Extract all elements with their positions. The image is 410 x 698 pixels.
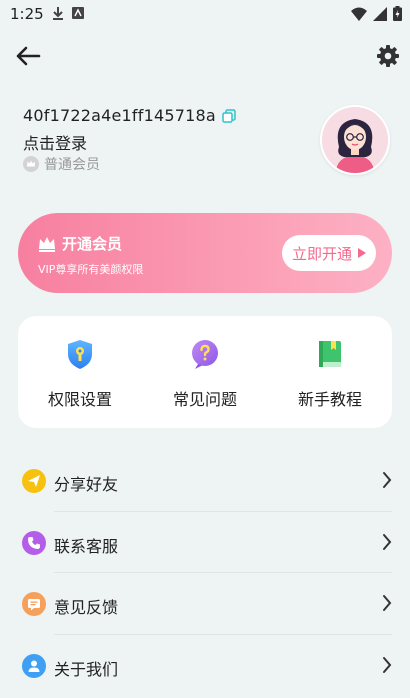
settings-button[interactable] [376,44,400,68]
vip-title: 开通会员 [62,235,123,253]
download-icon [53,7,63,20]
shield-key-icon [68,340,92,369]
vip-banner[interactable]: 开通会员 VIP尊享所有美颜权限 立即开通 [18,213,392,293]
menu-item-feedback[interactable]: 意见反馈 [0,573,410,635]
vip-open-button-label: 立即开通 [291,244,352,263]
chevron-right-icon [383,472,392,488]
app-notification-icon [72,7,84,19]
user-id-row: 40f1722a4e1ff145718a [23,106,236,125]
shortcut-label: 常见问题 [172,390,237,409]
chevron-right-icon [383,656,392,673]
gear-icon [377,45,399,67]
signal-icon [373,6,387,21]
menu-list: 分享好友 联系客服 意见反馈 关于我们 [0,450,410,696]
status-left-icons [52,6,84,20]
status-right-icons [351,6,402,21]
chevron-right-icon [383,595,392,611]
vip-subtitle: VIP尊享所有美颜权限 [38,263,144,276]
message-icon [22,592,46,616]
chevron-right-icon [383,533,392,550]
shortcut-label: 权限设置 [47,390,112,409]
shortcut-panel: 权限设置 常见问题 新手教程 [18,316,392,428]
arrow-left-icon [16,46,41,66]
menu-item-customer-service[interactable]: 联系客服 [0,512,410,573]
shortcut-permission-settings[interactable]: 权限设置 [18,338,142,410]
vip-title-row: 开通会员 [38,233,122,254]
crown-icon [39,236,55,252]
shortcut-faq[interactable]: 常见问题 [143,338,267,410]
person-icon [22,653,46,678]
menu-label: 意见反馈 [54,598,119,617]
battery-charging-icon [393,6,402,21]
phone-icon [22,530,46,555]
play-arrow-icon [358,248,366,258]
menu-label: 分享好友 [54,475,119,494]
vip-open-button[interactable]: 立即开通 [281,235,376,271]
crown-badge-icon [23,156,39,172]
user-id: 40f1722a4e1ff145718a [23,106,216,125]
paper-plane-icon [22,469,46,493]
menu-item-share[interactable]: 分享好友 [0,450,410,512]
avatar[interactable] [320,105,390,175]
login-prompt[interactable]: 点击登录 [23,130,87,154]
status-bar: 1:25 [0,0,410,28]
shortcut-label: 新手教程 [297,390,362,409]
wifi-icon [351,7,367,21]
membership-row: 普通会员 [23,154,100,174]
avatar-illustration [322,107,388,173]
back-button[interactable] [14,44,42,68]
menu-label: 联系客服 [54,536,119,556]
menu-item-about-us[interactable]: 关于我们 [0,635,410,697]
menu-label: 关于我们 [54,659,119,679]
copy-icon[interactable] [222,108,236,123]
status-time: 1:25 [10,5,44,23]
top-bar [0,36,410,76]
shortcut-tutorial[interactable]: 新手教程 [268,338,392,410]
membership-level: 普通会员 [44,157,100,173]
book-icon [319,341,341,367]
question-bubble-icon [192,340,218,369]
